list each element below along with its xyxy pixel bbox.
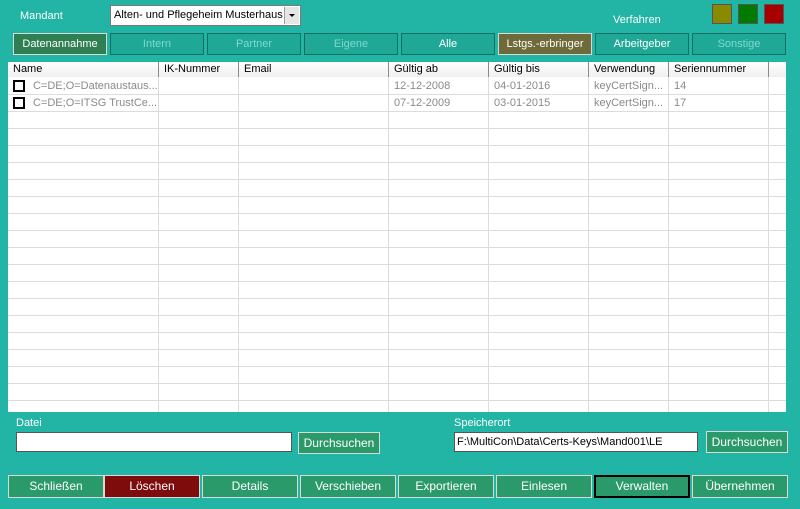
certificate-table[interactable]: Name IK-Nummer Email Gültig ab Gültig bi… — [8, 62, 786, 412]
details-button[interactable]: Details — [202, 475, 298, 498]
cell-email — [239, 78, 388, 95]
einlesen-button[interactable]: Einlesen — [496, 475, 592, 498]
cell-gueltig-bis: 04-01-2016 — [494, 80, 551, 92]
mandant-select[interactable]: Alten- und Pflegeheim Musterhaus — [110, 5, 301, 26]
cell-seriennummer: 17 — [674, 97, 687, 109]
table-row-empty — [8, 333, 786, 350]
mandant-label: Mandant — [20, 10, 63, 22]
column-divider — [668, 77, 669, 412]
status-square-green[interactable] — [738, 4, 758, 24]
table-row-empty — [8, 265, 786, 282]
status-square-red[interactable] — [764, 4, 784, 24]
column-divider — [488, 77, 489, 412]
table-row-empty — [8, 248, 786, 265]
filter-sonstige-button[interactable]: Sonstige — [692, 33, 786, 55]
cell-gueltig-bis: 03-01-2015 — [494, 97, 551, 109]
speicherort-input[interactable]: F:\MultiCon\Data\Certs-Keys\Mand001\LE — [454, 432, 698, 452]
speicherort-label: Speicherort — [454, 417, 511, 429]
schliessen-button[interactable]: Schließen — [8, 475, 104, 498]
filter-partner-button[interactable]: Partner — [207, 33, 301, 55]
filter-datenannahme-button[interactable]: Datenannahme — [13, 33, 107, 55]
loeschen-button[interactable]: Löschen — [104, 475, 200, 498]
filter-leistungserbringer-button[interactable]: Lstgs.-erbringer — [498, 33, 592, 55]
table-row-empty — [8, 316, 786, 333]
status-square-yellow[interactable] — [712, 4, 732, 24]
cell-seriennummer: 14 — [674, 80, 687, 92]
column-divider — [588, 77, 589, 412]
filter-arbeitgeber-button[interactable]: Arbeitgeber — [595, 33, 689, 55]
datei-input[interactable] — [16, 432, 292, 452]
table-row-empty — [8, 180, 786, 197]
mandant-select-value: Alten- und Pflegeheim Musterhaus — [114, 9, 283, 21]
filter-alle-button[interactable]: Alle — [401, 33, 495, 55]
table-row-empty — [8, 129, 786, 146]
column-header-seriennummer[interactable]: Seriennummer — [669, 62, 769, 77]
chevron-down-icon[interactable] — [284, 7, 299, 24]
table-row-empty — [8, 401, 786, 412]
table-header: Name IK-Nummer Email Gültig ab Gültig bi… — [8, 62, 786, 77]
table-row-empty — [8, 146, 786, 163]
column-header-email[interactable]: Email — [239, 62, 389, 77]
table-row-empty — [8, 367, 786, 384]
table-row-empty — [8, 214, 786, 231]
cell-name: C=DE;O=ITSG TrustCe... — [33, 97, 158, 109]
table-row[interactable]: C=DE;O=ITSG TrustCe... 07-12-2009 03-01-… — [8, 95, 786, 112]
cell-verwendung: keyCertSign... — [594, 80, 664, 92]
column-header-verwendung[interactable]: Verwendung — [589, 62, 669, 77]
cell-ik-nummer — [159, 78, 238, 95]
row-checkbox[interactable] — [13, 80, 25, 92]
table-row[interactable]: C=DE;O=Datenaustaus... 12-12-2008 04-01-… — [8, 78, 786, 95]
table-row-empty — [8, 282, 786, 299]
cell-gueltig-ab: 12-12-2008 — [394, 80, 451, 92]
speicherort-browse-button[interactable]: Durchsuchen — [706, 431, 788, 453]
column-divider — [158, 77, 159, 412]
filter-eigene-button[interactable]: Eigene — [304, 33, 398, 55]
table-row-empty — [8, 384, 786, 401]
exportieren-button[interactable]: Exportieren — [398, 475, 494, 498]
cell-ik-nummer — [159, 95, 238, 112]
datei-label: Datei — [16, 417, 42, 429]
table-row-empty — [8, 299, 786, 316]
verschieben-button[interactable]: Verschieben — [300, 475, 396, 498]
column-divider — [238, 77, 239, 412]
verwalten-button[interactable]: Verwalten — [594, 475, 690, 498]
cell-email — [239, 95, 388, 112]
column-header-filler — [769, 62, 786, 77]
cell-gueltig-ab: 07-12-2009 — [394, 97, 451, 109]
datei-browse-button[interactable]: Durchsuchen — [298, 432, 380, 454]
verfahren-label: Verfahren — [613, 14, 661, 26]
column-header-name[interactable]: Name — [8, 62, 159, 77]
table-row-empty — [8, 350, 786, 367]
column-header-gueltig-ab[interactable]: Gültig ab — [389, 62, 489, 77]
cell-name: C=DE;O=Datenaustaus... — [33, 80, 158, 92]
table-row-empty — [8, 197, 786, 214]
filter-intern-button[interactable]: Intern — [110, 33, 204, 55]
row-checkbox[interactable] — [13, 97, 25, 109]
column-header-ik-nummer[interactable]: IK-Nummer — [159, 62, 239, 77]
table-row-empty — [8, 163, 786, 180]
table-row-empty — [8, 231, 786, 248]
column-header-gueltig-bis[interactable]: Gültig bis — [489, 62, 589, 77]
table-row-empty — [8, 112, 786, 129]
cell-verwendung: keyCertSign... — [594, 97, 664, 109]
column-divider — [768, 77, 769, 412]
column-divider — [388, 77, 389, 412]
uebernehmen-button[interactable]: Übernehmen — [692, 475, 788, 498]
